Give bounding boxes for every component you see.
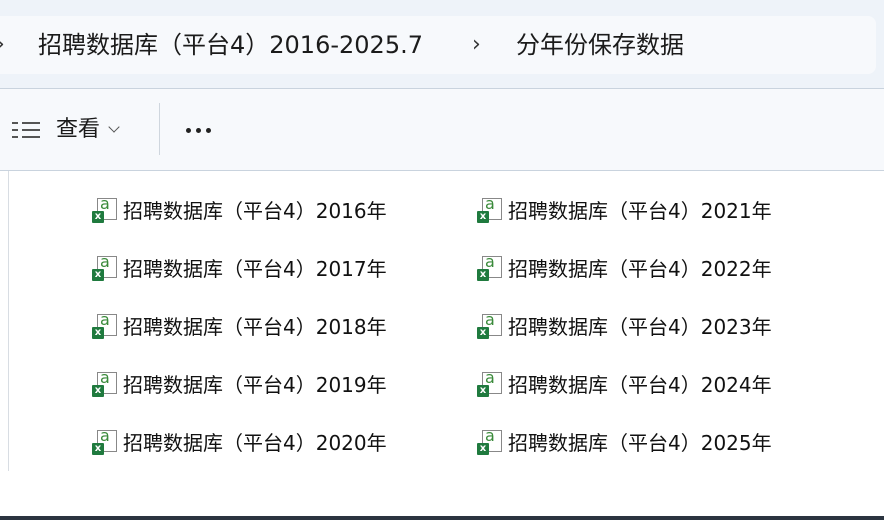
file-item-2017[interactable]: ax 招聘数据库（平台4）2017年 <box>91 252 387 284</box>
file-name: 招聘数据库（平台4）2024年 <box>508 373 772 397</box>
title-bar: › 招聘数据库（平台4）2016-2025.7 › 分年份保存数据 <box>0 0 884 89</box>
file-name: 招聘数据库（平台4）2019年 <box>123 373 387 397</box>
breadcrumb-item-database[interactable]: 招聘数据库（平台4）2016-2025.7 <box>38 30 423 60</box>
view-button[interactable]: 查看 <box>12 115 120 145</box>
file-item-2024[interactable]: ax 招聘数据库（平台4）2024年 <box>476 368 772 400</box>
excel-file-icon: ax <box>91 194 119 224</box>
file-item-2020[interactable]: ax 招聘数据库（平台4）2020年 <box>91 426 387 458</box>
command-bar: 查看 <box>0 89 884 171</box>
file-item-2016[interactable]: ax 招聘数据库（平台4）2016年 <box>91 194 387 226</box>
file-name: 招聘数据库（平台4）2018年 <box>123 315 387 339</box>
taskbar-edge <box>0 516 884 520</box>
file-name: 招聘数据库（平台4）2020年 <box>123 431 387 455</box>
excel-file-icon: ax <box>91 310 119 340</box>
more-dot-icon <box>186 127 191 133</box>
view-button-label: 查看 <box>56 117 101 142</box>
pane-divider <box>0 171 9 471</box>
file-item-2023[interactable]: ax 招聘数据库（平台4）2023年 <box>476 310 772 342</box>
toolbar-divider <box>159 103 160 155</box>
excel-file-icon: ax <box>91 368 119 398</box>
chevron-right-icon[interactable]: › <box>472 34 481 56</box>
excel-file-icon: ax <box>476 194 504 224</box>
chevron-right-icon[interactable]: › <box>0 34 5 56</box>
file-name: 招聘数据库（平台4）2023年 <box>508 315 772 339</box>
more-dot-icon <box>206 127 211 133</box>
file-name: 招聘数据库（平台4）2022年 <box>508 257 772 281</box>
file-name: 招聘数据库（平台4）2021年 <box>508 199 772 223</box>
excel-file-icon: ax <box>91 426 119 456</box>
excel-file-icon: ax <box>476 310 504 340</box>
more-options-button[interactable] <box>186 117 222 143</box>
file-item-2019[interactable]: ax 招聘数据库（平台4）2019年 <box>91 368 387 400</box>
file-name: 招聘数据库（平台4）2017年 <box>123 257 387 281</box>
chevron-down-icon <box>108 121 120 133</box>
file-name: 招聘数据库（平台4）2016年 <box>123 199 387 223</box>
file-item-2021[interactable]: ax 招聘数据库（平台4）2021年 <box>476 194 772 226</box>
file-item-2022[interactable]: ax 招聘数据库（平台4）2022年 <box>476 252 772 284</box>
view-details-icon <box>12 121 40 139</box>
excel-file-icon: ax <box>476 252 504 282</box>
breadcrumb-item-by-year[interactable]: 分年份保存数据 <box>516 30 684 60</box>
file-item-2025[interactable]: ax 招聘数据库（平台4）2025年 <box>476 426 772 458</box>
excel-file-icon: ax <box>476 426 504 456</box>
excel-file-icon: ax <box>476 368 504 398</box>
file-item-2018[interactable]: ax 招聘数据库（平台4）2018年 <box>91 310 387 342</box>
excel-file-icon: ax <box>91 252 119 282</box>
file-name: 招聘数据库（平台4）2025年 <box>508 431 772 455</box>
address-bar[interactable]: › 招聘数据库（平台4）2016-2025.7 › 分年份保存数据 <box>0 16 876 74</box>
file-list: ax 招聘数据库（平台4）2016年 ax 招聘数据库（平台4）2017年 ax… <box>0 171 884 516</box>
more-dot-icon <box>196 127 201 133</box>
